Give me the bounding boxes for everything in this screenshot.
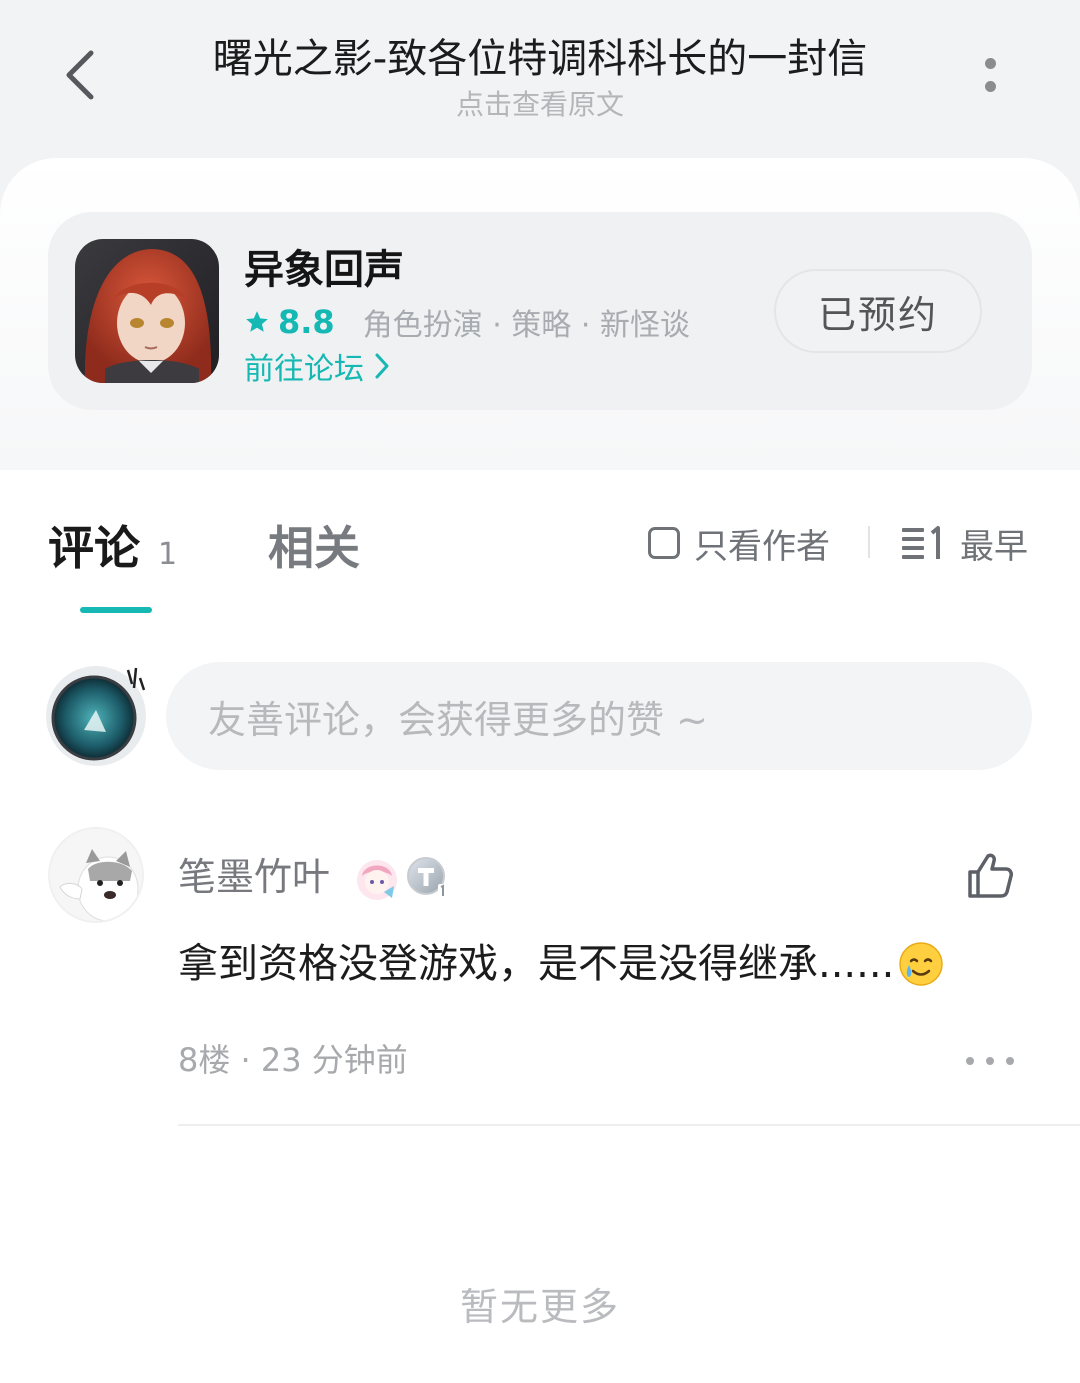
tab-comments-label: 评论	[48, 521, 140, 575]
commenter-name[interactable]: 笔墨竹叶	[178, 852, 330, 902]
star-icon	[246, 311, 268, 332]
more-dot	[984, 58, 996, 69]
more-dot	[1006, 1057, 1014, 1065]
comment-text-row: 拿到资格没登游戏，是不是没得继承......	[178, 938, 944, 990]
comment-item: 笔墨竹叶 拿到资格没登游戏，是不是没得继承...... 8楼 · 23 分钟前	[0, 820, 1080, 1130]
comment-tabs: 评论 1 相关 只看作者 最早	[0, 490, 1080, 620]
chevron-left-icon	[66, 50, 94, 100]
reserved-button[interactable]: 已预约	[774, 269, 982, 353]
forum-link[interactable]: 前往论坛	[244, 346, 390, 387]
comment-input[interactable]: 友善评论，会获得更多的赞 ~	[166, 662, 1032, 770]
author-only-label: 只看作者	[694, 526, 830, 567]
game-meta: 8.8 角色扮演 · 策略 · 新怪谈	[244, 302, 690, 343]
no-more-text: 暂无更多	[459, 1285, 620, 1329]
tab-related[interactable]: 相关	[268, 512, 360, 578]
comment-meta: 8楼 · 23 分钟前	[178, 1041, 408, 1079]
active-tab-indicator	[80, 607, 152, 613]
game-card[interactable]: 异象回声 8.8 角色扮演 · 策略 · 新怪谈 前往论坛 已预约	[48, 212, 1032, 410]
more-dot	[966, 1057, 974, 1065]
sort-order-icon	[902, 526, 940, 559]
tab-comments-count: 1	[158, 537, 178, 572]
more-dot	[984, 81, 996, 92]
game-icon[interactable]	[75, 239, 219, 383]
top-nav-bar: 曙光之影-致各位特调科科长的一封信 点击查看原文	[0, 0, 1080, 150]
tab-comments[interactable]: 评论 1	[48, 512, 177, 578]
my-avatar[interactable]	[40, 660, 152, 772]
forum-link-label: 前往论坛	[244, 352, 364, 387]
sort-button[interactable]: 最早	[900, 518, 1028, 568]
more-options-button[interactable]	[970, 50, 1010, 100]
page-title[interactable]: 曙光之影-致各位特调科科长的一封信	[150, 34, 930, 84]
character-badge-icon	[357, 860, 397, 900]
tearful-smile-emoji-icon	[899, 942, 944, 986]
chevron-right-icon	[375, 353, 389, 379]
comment-divider	[178, 1124, 1080, 1126]
level-badge-icon	[407, 857, 448, 898]
author-only-toggle[interactable]: 只看作者	[648, 518, 830, 568]
view-original-link[interactable]: 点击查看原文	[150, 88, 930, 122]
back-button[interactable]	[50, 40, 110, 110]
like-button[interactable]	[964, 850, 1016, 902]
more-dot	[986, 1057, 994, 1065]
thumbs-up-icon	[968, 853, 1013, 898]
checkbox-icon	[648, 527, 680, 559]
game-tags: 角色扮演 · 策略 · 新怪谈	[362, 308, 690, 343]
sort-label: 最早	[960, 526, 1028, 567]
divider	[868, 526, 870, 558]
commenter-avatar[interactable]	[48, 827, 144, 923]
comment-text: 拿到资格没登游戏，是不是没得继承......	[178, 941, 895, 987]
game-rating: 8.8	[278, 303, 335, 341]
game-name[interactable]: 异象回声	[244, 246, 404, 294]
comment-more-button[interactable]	[966, 1046, 1014, 1076]
